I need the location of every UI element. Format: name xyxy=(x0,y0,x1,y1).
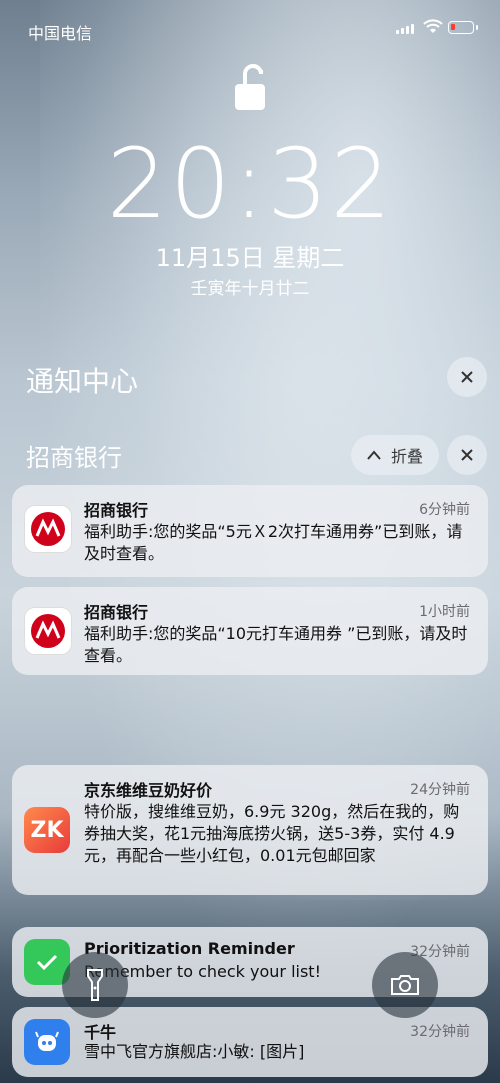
notification-card[interactable]: 招商银行 6分钟前 福利助手:您的奖品“5元Ｘ2次打车通用券”已到账，请及时查看… xyxy=(12,485,488,577)
qianniu-icon xyxy=(35,1031,59,1051)
close-icon xyxy=(461,371,473,383)
notification-app-name: 京东维维豆奶好价 xyxy=(84,781,213,800)
flashlight-button[interactable] xyxy=(62,952,128,1018)
checkmark-icon xyxy=(36,954,58,971)
clear-group-button[interactable] xyxy=(447,435,487,475)
notification-app-name: 招商银行 xyxy=(84,501,149,520)
chevron-up-icon xyxy=(367,450,381,460)
clock-date: 11月15日 星期二 xyxy=(155,244,345,272)
cmb-logo-icon xyxy=(24,607,72,655)
notification-app-name: 招商银行 xyxy=(84,603,149,622)
notification-body: 福利助手:您的奖品“5元Ｘ2次打车通用券”已到账，请及时查看。 xyxy=(84,522,463,563)
notification-body: 福利助手:您的奖品“10元打车通用券 ”已到账，请及时查看。 xyxy=(84,624,468,665)
camera-icon xyxy=(391,975,419,995)
fold-label: 折叠 xyxy=(390,447,423,466)
clear-all-button[interactable] xyxy=(447,357,487,397)
notification-card[interactable]: 招商银行 1小时前 福利助手:您的奖品“10元打车通用券 ”已到账，请及时查看。 xyxy=(12,587,488,675)
notification-time: 32分钟前 xyxy=(410,1024,470,1040)
notification-app-name: 千牛 xyxy=(84,1023,117,1042)
cmb-logo-icon xyxy=(24,505,72,553)
notification-time: 6分钟前 xyxy=(419,502,470,518)
lunar-date: 壬寅年十月廿二 xyxy=(190,279,310,299)
qianniu-app-icon xyxy=(24,1019,70,1065)
fold-button[interactable]: 折叠 xyxy=(351,435,439,475)
notification-card[interactable]: ZK 京东维维豆奶好价 24分钟前 特价版，搜维维豆奶，6.9元 320g，然后… xyxy=(12,765,488,895)
carrier-label: 中国电信 xyxy=(28,24,93,43)
wifi-icon xyxy=(423,19,443,33)
notification-body: 特价版，搜维维豆奶，6.9元 320g，然后在我的，购券抽大奖，花1元抽海底捞火… xyxy=(84,802,460,865)
notification-time: 1小时前 xyxy=(419,604,470,620)
camera-button[interactable] xyxy=(372,952,438,1018)
flashlight-icon xyxy=(87,969,103,1001)
status-bar: 中国电信 xyxy=(0,0,500,60)
close-icon xyxy=(461,449,473,461)
unlock-icon xyxy=(235,64,265,110)
notification-app-name: Prioritization Reminder xyxy=(84,939,295,958)
signal-icon xyxy=(396,24,414,34)
clock-time: 20:32 xyxy=(106,128,394,240)
group-title: 招商银行 xyxy=(26,444,122,472)
zk-logo-icon: ZK xyxy=(24,807,70,853)
notification-card[interactable]: 千牛 32分钟前 雪中飞官方旗舰店:小敏: [图片] xyxy=(12,1007,488,1077)
notification-body: 雪中飞官方旗舰店:小敏: [图片] xyxy=(84,1042,305,1061)
battery-icon xyxy=(448,21,478,34)
notification-time: 24分钟前 xyxy=(410,782,470,798)
notification-center-title: 通知中心 xyxy=(26,365,139,398)
